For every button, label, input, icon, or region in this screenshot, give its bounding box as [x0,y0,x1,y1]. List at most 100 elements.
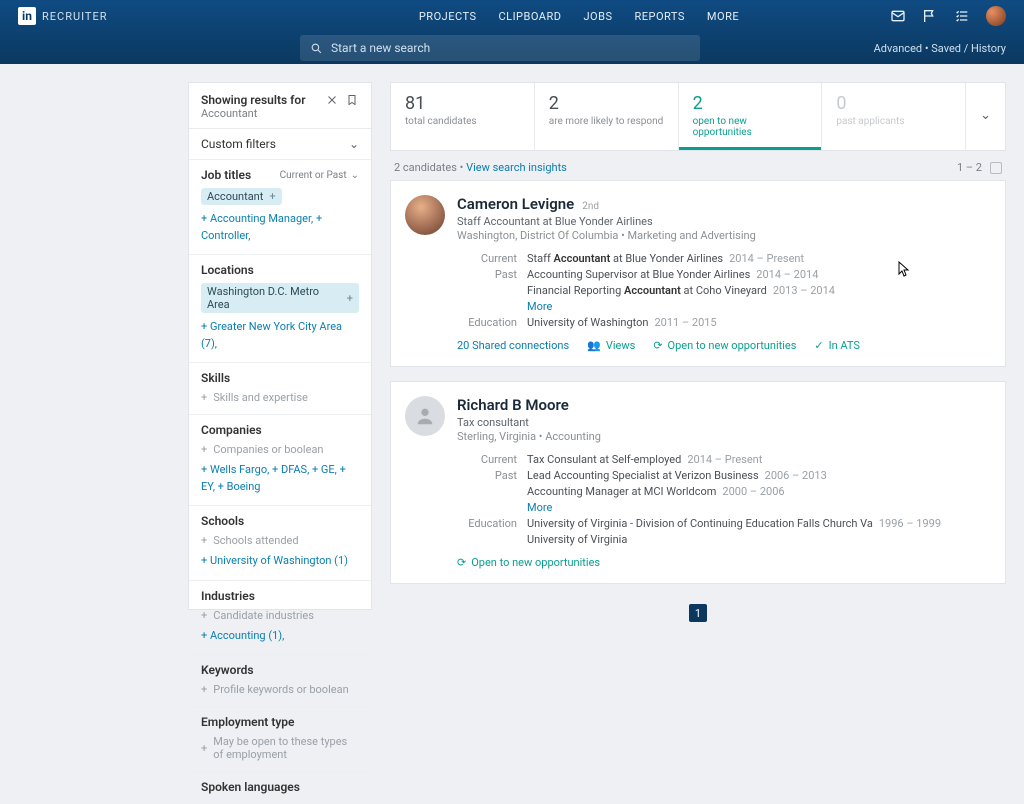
mail-icon[interactable] [890,8,906,24]
add-skill[interactable]: Skills and expertise [201,391,359,404]
filter-employment-type: Employment type May be open to these typ… [189,707,371,772]
stats-expand[interactable]: ⌄ [966,83,1005,150]
open-badge[interactable]: ⟳ Open to new opportunities [653,339,796,352]
stat-label: open to new opportunities [693,116,808,138]
industry-suggestions[interactable]: + Accounting (1), [201,628,359,645]
current-position: Staff Accountant at Blue Yonder Airlines… [527,252,989,265]
filter-job-titles: Job titles Current or Past⌄ Accountant+ … [189,160,371,255]
stat-total[interactable]: 81 total candidates [391,83,535,150]
search-icon [310,42,323,55]
candidate-headline: Staff Accountant at Blue Yonder Airlines [457,215,989,228]
filter-industries: Industries Candidate industries + Accoun… [189,581,371,656]
job-title-suggestions[interactable]: + Accounting Manager, + Controller, [201,211,359,244]
location-suggestions[interactable]: + Greater New York City Area (7), [201,319,359,352]
flag-icon[interactable] [922,8,938,24]
filter-title: Job titles [201,168,251,182]
add-keyword[interactable]: Profile keywords or boolean [201,683,359,696]
stat-past[interactable]: 0 past applicants [822,83,966,150]
results-list-header: 2 candidates • View search insights 1 – … [390,151,1006,180]
advanced-links[interactable]: Advanced • Saved / History [874,42,1006,55]
shared-connections[interactable]: 20 Shared connections [457,339,569,352]
filter-title: Keywords [201,663,254,677]
filter-title: Employment type [201,715,295,729]
candidate-name[interactable]: Cameron Levigne [457,195,574,213]
select-all-checkbox[interactable] [990,162,1002,174]
showing-results-label: Showing results for [201,93,319,107]
chevron-down-icon: ⌄ [351,170,359,181]
more-link[interactable]: More [527,300,552,313]
nav-jobs[interactable]: JOBS [583,10,612,23]
page-1[interactable]: 1 [689,604,707,622]
top-nav: PROJECTS CLIPBOARD JOBS REPORTS MORE [268,10,890,23]
nav-more[interactable]: MORE [707,10,739,23]
past-position: Accounting Manager at MCI Worldcom2000 –… [527,485,989,498]
filter-title: Industries [201,589,255,603]
custom-filters-toggle[interactable]: Custom filters ⌄ [189,129,371,160]
stat-label: past applicants [836,116,951,127]
bookmark-icon[interactable] [345,93,359,107]
stat-open[interactable]: 2 open to new opportunities [679,83,823,150]
stats-bar: 81 total candidates 2 are more likely to… [390,82,1006,151]
filter-spoken-languages: Spoken languages [189,772,371,804]
filter-title: Schools [201,514,244,528]
stat-likely[interactable]: 2 are more likely to respond [535,83,679,150]
candidate-meta: Sterling, Virginia • Accounting [457,430,989,443]
open-badge[interactable]: ⟳ Open to new opportunities [457,556,600,569]
global-search[interactable] [300,35,700,61]
tasks-icon[interactable] [954,8,970,24]
filter-title: Companies [201,423,262,437]
chip-accountant[interactable]: Accountant+ [201,188,282,205]
stat-number: 81 [405,93,520,114]
row-label: Past [457,268,517,281]
add-employment-type[interactable]: May be open to these types of employment [201,735,359,761]
sidebar-header: Showing results for Accountant [189,83,371,129]
company-suggestions[interactable]: + Wells Fargo, + DFAS, + GE, + EY, + Boe… [201,462,359,495]
ats-badge[interactable]: ✓ In ATS [814,339,860,352]
plus-icon: + [269,190,275,203]
pagination: 1 [390,598,1006,636]
row-label: Current [457,252,517,265]
past-position: Financial Reporting Accountant at Coho V… [527,284,989,297]
user-avatar[interactable] [986,6,1006,26]
custom-filters-label: Custom filters [201,137,276,151]
job-title-scope[interactable]: Current or Past⌄ [280,170,359,181]
chip-location[interactable]: Washington D.C. Metro Area+ [201,283,359,313]
app-header: in RECRUITER PROJECTS CLIPBOARD JOBS REP… [0,0,1024,64]
candidate-card[interactable]: Cameron Levigne 2nd Staff Accountant at … [390,180,1006,367]
filter-title: Spoken languages [201,780,300,794]
add-industry[interactable]: Candidate industries [201,609,359,622]
candidate-headline: Tax consultant [457,416,989,429]
past-position: Lead Accounting Specialist at Verizon Bu… [527,469,989,482]
brand: in RECRUITER [18,7,268,25]
connection-degree: 2nd [582,201,599,212]
nav-clipboard[interactable]: CLIPBOARD [498,10,561,23]
school-suggestions[interactable]: + University of Washington (1) [201,553,359,570]
filter-title: Locations [201,263,254,277]
nav-reports[interactable]: REPORTS [635,10,685,23]
add-company[interactable]: Companies or boolean [201,443,359,456]
row-label: Education [457,517,517,530]
candidate-card[interactable]: Richard B Moore Tax consultant Sterling,… [390,381,1006,584]
filter-locations: Locations Washington D.C. Metro Area+ + … [189,255,371,363]
education: University of Washington2011 – 2015 [527,316,989,329]
add-school[interactable]: Schools attended [201,534,359,547]
stat-label: total candidates [405,116,520,127]
nav-projects[interactable]: PROJECTS [419,10,477,23]
view-insights-link[interactable]: View search insights [466,161,567,174]
more-link[interactable]: More [527,501,552,514]
close-icon[interactable] [325,93,339,107]
result-range: 1 – 2 [957,161,982,174]
search-input[interactable] [331,41,690,55]
candidate-avatar [405,396,445,436]
views-badge[interactable]: 👥 Views [587,339,635,352]
search-query: Accountant [201,107,319,120]
row-label: Past [457,469,517,482]
chevron-down-icon: ⌄ [349,137,359,151]
candidate-avatar [405,195,445,235]
row-label: Current [457,453,517,466]
candidate-meta: Washington, District Of Columbia • Marke… [457,229,989,242]
filter-keywords: Keywords Profile keywords or boolean [189,655,371,707]
filter-schools: Schools Schools attended + University of… [189,506,371,581]
candidate-name[interactable]: Richard B Moore [457,396,569,414]
results-main: 81 total candidates 2 are more likely to… [390,82,1006,610]
